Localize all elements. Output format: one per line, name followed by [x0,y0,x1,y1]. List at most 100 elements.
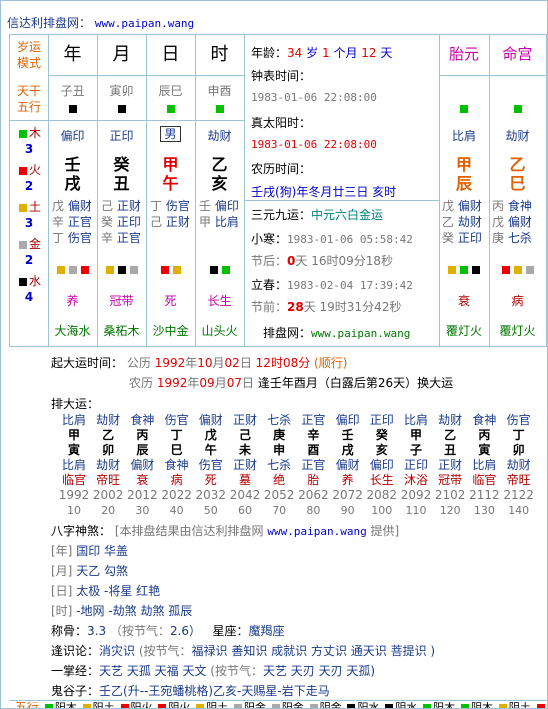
canggan-0: 戊 偏财辛 正官丁 伤官 [52,199,92,245]
shensha-0: [年] 国印 华盖 [51,544,129,558]
sanyuan-row: 三元九运：中元六白金运 [251,208,384,222]
col-1: 月 [112,44,131,65]
dayun-6[interactable]: 七杀庚申七杀绝 2052 70 [262,413,296,518]
dayun-0[interactable]: 比肩甲寅比肩 临官 1992 10 [57,413,91,518]
canggan-3: 壬 偏印甲 比肩 [199,199,239,229]
lichun-row: 立春：1983-02-04 17:39:42 [251,278,413,292]
site-row: 排盘网：www.paipan.wang [263,326,411,340]
taiyuan-ganzhi: 甲辰 [455,155,472,193]
age-row: 年龄：34 岁 1 个月 12 天 [251,46,393,60]
wuxing-4: 水4 [10,273,48,310]
minggong-canggan-sq [489,261,546,277]
kongwang-sq-2 [146,100,195,116]
canggan-sq-2 [146,261,195,277]
dayun-label: 排大运： [51,397,100,411]
shensha-3: [时] -地网 -劫煞 劫煞 孤辰 [51,604,193,618]
dayun-2[interactable]: 食神丙辰偏财衰 2012 30 [125,413,159,518]
minggong-ganzhi: 乙巳 [509,155,526,193]
canggan-sq-1 [97,261,146,277]
clock-time: 1983-01-06 22:08:00 [251,91,377,104]
tiangan-wuxing-label: 天干 五行 [16,84,41,114]
shishen-0: 偏印 [60,129,85,143]
taiyuan-nayin: 覆灯火 [445,324,482,338]
paipan-page: { "header":{"site":"信达利排盘网：","url":"www.… [0,0,548,709]
ganzhi-3: 乙亥 [211,155,228,193]
dayun-12[interactable]: 食神丙寅比肩 临官 2112 130 [467,413,501,518]
wuxing-2: 土3 [10,199,48,236]
col-3: 时 [210,44,229,65]
wuxing-1: 火2 [10,162,48,199]
dayun-8[interactable]: 偏印壬戌偏财养 2072 90 [331,413,365,518]
bottom-wuxing-strip: 五行 阳木 阳土 阳火 阴火 阴土 阳金 阳金 阴金 阳水 阴水 阳木 阴木 阴… [9,702,547,708]
shensha-1: [月] 天乙 勾煞 [51,564,129,578]
col-2: 日 [161,44,180,65]
dayun-7[interactable]: 正官辛酉正官胎 2062 80 [296,413,330,518]
kongwang-sq-3 [195,100,244,116]
kongwang-sq-1 [97,100,146,116]
chenggu-row: 称骨：3.3 （按节气：2.6） 星座：魔羯座 [51,624,285,638]
lunar-label: 农历时间： [251,162,312,176]
taiyuan-sq [439,100,489,116]
dayun-11[interactable]: 劫财乙丑正财 冠带 2102 120 [433,413,467,518]
dayun-10[interactable]: 比肩甲子正印 沐浴 2092 110 [399,413,433,518]
changsheng-2: 死 [164,294,177,308]
kongwang-sq-0 [48,100,97,116]
solar-label: 真太阳时： [251,116,312,130]
gender-box: 男 [146,126,195,142]
lunar-time: 壬戌(狗)年冬月廿三日 亥时 [251,185,397,199]
minggong-title: 命宫 [502,45,533,63]
site-url[interactable]: www.paipan.wang [95,17,194,30]
canggan-2: 丁 伤官己 正财 [150,199,190,229]
taiyuan-god: 比肩 [451,129,476,143]
kongwang-3: 申酉 [207,84,232,98]
ganzhi-1: 癸丑 [113,155,130,193]
kongwang-1: 寅卯 [109,84,134,98]
nayin-3: 山头火 [201,324,238,338]
nayin-1: 桑柘木 [103,324,140,338]
dayun-13[interactable]: 伤官丁卯劫财 帝旺 2122 140 [502,413,536,518]
taiyuan-canggan: 戊 偏财乙 劫财癸 正印 [442,199,482,245]
qiyun-row2: 农历 1992年09月07日 逢壬年酉月（白露后第26天）换大运 [129,376,454,390]
minggong-changsheng: 病 [511,294,524,308]
clock-label: 钟表时间： [251,69,312,83]
yizhang-row: 一掌经：天艺 天孤 天福 天文 (按节气：天艺 天刃 天刃 天孤) [51,664,376,678]
dayun-5[interactable]: 正财己未正财墓 2042 60 [228,413,262,518]
changsheng-0: 养 [66,294,79,308]
kongwang-2: 辰巳 [158,84,183,98]
ganzhi-0: 壬戌 [64,155,81,193]
shishen-3: 劫财 [207,129,232,143]
xiaohan-row: 小寒：1983-01-06 05:58:42 [251,232,413,246]
dayun-1[interactable]: 劫财乙卯劫财 帝旺 2002 20 [91,413,125,518]
shensha-2: [日] 太极 -将星 红艳 [51,584,161,598]
jiehou-row: 节后：0天 16时09分18秒 [251,254,393,268]
shishen-1: 正印 [109,129,134,143]
shensha-row: 八字神煞： [本排盘结果由信达利排盘网 www.paipan.wang 提供] [51,524,400,538]
guigu-row: 鬼谷子：壬乙(升--王宛蟠桃格)乙亥-天赐星-岩下走马 [51,684,330,698]
dayun-9[interactable]: 正印癸亥偏印 长生 2082 100 [365,413,399,518]
jieqian-row: 节前：28天 19时31分42秒 [251,300,402,314]
minggong-canggan: 丙 食神戊 偏财庚 七杀 [492,199,532,245]
canggan-sq-3 [195,261,244,277]
minggong-god: 劫财 [505,129,530,143]
site-name: 信达利排盘网： [7,16,92,30]
changsheng-3: 长生 [207,294,232,308]
taiyuan-changsheng: 衰 [457,294,470,308]
wuxing-3: 金2 [10,236,48,273]
ganzhi-2: 甲午 [162,155,179,193]
qiyun-row1: 起大运时间： 公历 1992年10月02日 12时08分 (顺行) [51,356,348,370]
changsheng-1: 冠带 [109,294,134,308]
kongwang-0: 子丑 [60,84,85,98]
nayin-0: 大海水 [54,324,91,338]
taiyuan-canggan-sq [439,261,489,277]
taiyuan-title: 胎元 [448,45,479,63]
minggong-nayin: 覆灯火 [499,324,536,338]
dayun-3[interactable]: 伤官丁巳食神病 2022 40 [160,413,194,518]
fengu-row: 逢识论：消灾识 (按节气：福禄识 善知识 成就识 方丈识 通天识 菩提识 ) [51,644,436,658]
solar-time: 1983-01-06 22:08:00 [251,138,377,151]
canggan-sq-0 [48,261,97,277]
dayun-4[interactable]: 偏财戊午伤官死 2032 50 [194,413,228,518]
site-header: 信达利排盘网： www.paipan.wang [7,14,194,31]
canggan-1: 己 正财癸 正印辛 正官 [101,199,141,245]
wuxing-0: 木3 [10,125,48,162]
nayin-2: 沙中金 [152,324,189,338]
